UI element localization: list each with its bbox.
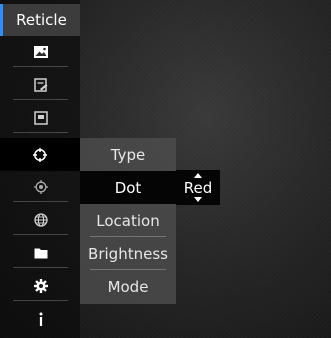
submenu-item-brightness[interactable]: Brightness — [80, 237, 176, 270]
sidebar-item-target[interactable] — [13, 172, 68, 202]
sidebar-item-settings[interactable] — [13, 271, 68, 301]
submenu-item-location[interactable]: Location — [80, 204, 176, 237]
target-dot-icon — [33, 179, 48, 194]
reticle-submenu: Type Dot Location Brightness Mode — [80, 138, 176, 304]
submenu-item-type[interactable]: Type — [80, 138, 176, 171]
sidebar: Reticle — [0, 0, 80, 338]
gear-icon — [33, 278, 48, 293]
image-icon — [33, 45, 48, 58]
sidebar-item-globe[interactable] — [13, 205, 68, 235]
dot-color-selector[interactable]: Red — [176, 170, 220, 205]
arrow-down-icon[interactable] — [194, 197, 202, 202]
submenu-item-mode[interactable]: Mode — [80, 270, 176, 303]
frame-icon — [33, 110, 48, 125]
info-icon — [39, 312, 42, 326]
sidebar-item-card[interactable] — [13, 70, 68, 100]
sidebar-item-image[interactable] — [13, 37, 68, 67]
globe-icon — [33, 212, 48, 227]
sidebar-item-frame[interactable] — [13, 103, 68, 133]
menu-title: Reticle — [0, 4, 80, 36]
sidebar-item-info[interactable] — [13, 304, 68, 334]
sidebar-item-folder[interactable] — [13, 238, 68, 268]
reticle-crosshair-icon — [33, 147, 47, 162]
folder-icon — [34, 248, 47, 258]
sidebar-item-reticle[interactable] — [0, 138, 80, 171]
card-edit-icon — [33, 77, 47, 92]
dot-color-value: Red — [183, 178, 213, 197]
arrow-up-icon[interactable] — [194, 173, 202, 178]
submenu-item-dot[interactable]: Dot — [80, 171, 176, 204]
